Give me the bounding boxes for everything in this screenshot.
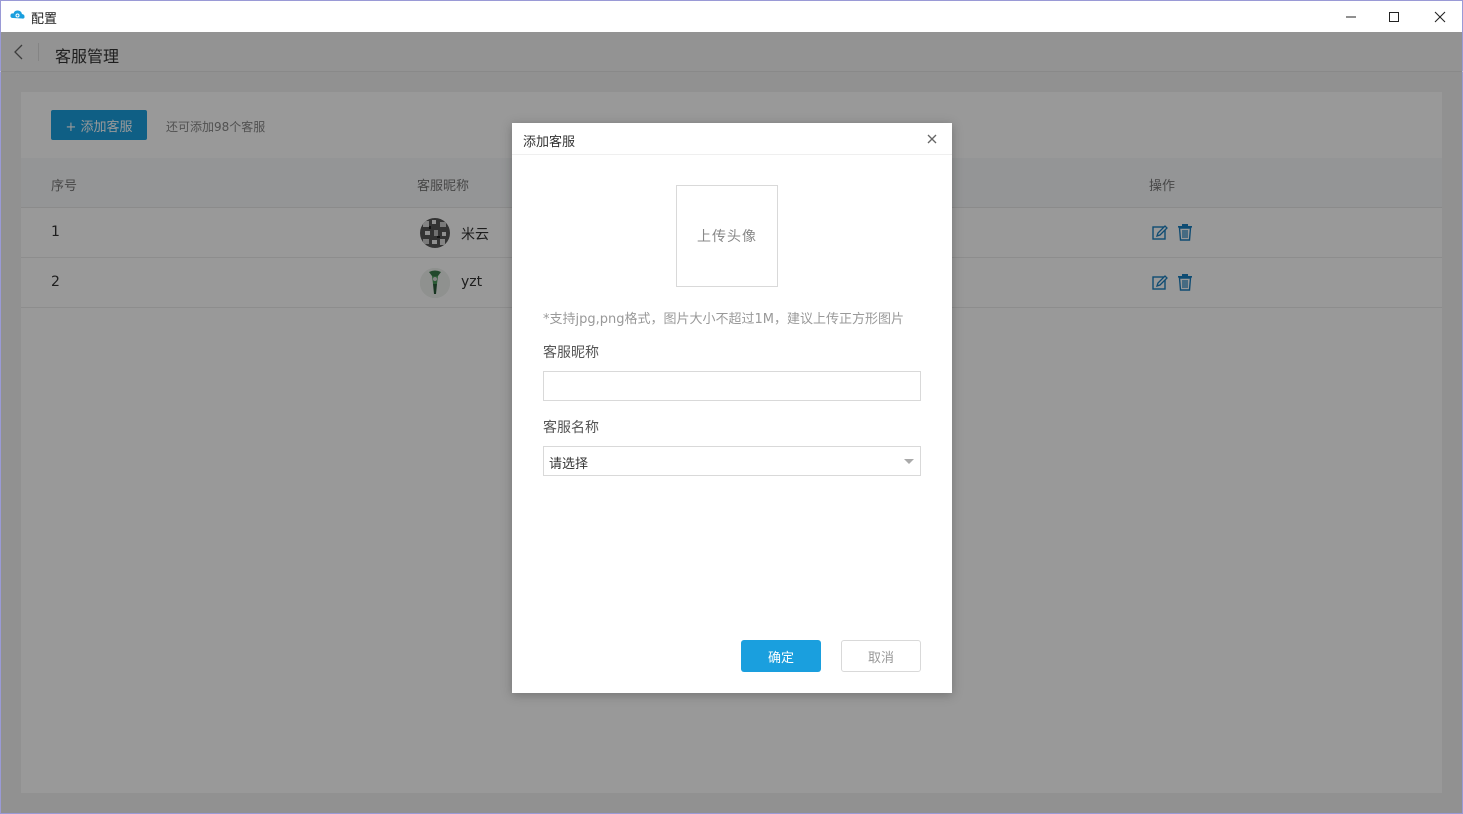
minimize-icon xyxy=(1346,16,1356,17)
select-value: 请选择 xyxy=(549,457,589,472)
nickname-input[interactable] xyxy=(543,371,921,401)
add-agent-dialog: 添加客服 上传头像 *支持jpg,png格式，图片大小不超过1M，建议上传正方形… xyxy=(512,123,952,693)
window-title: 配置 xyxy=(31,12,58,27)
caret-down-icon xyxy=(904,459,914,464)
upload-hint: *支持jpg,png格式，图片大小不超过1M，建议上传正方形图片 xyxy=(543,312,904,327)
window-close-button[interactable] xyxy=(1417,1,1463,32)
cancel-button[interactable]: 取消 xyxy=(841,640,921,672)
agent-name-label: 客服名称 xyxy=(543,420,599,436)
confirm-button[interactable]: 确定 xyxy=(741,640,821,672)
close-icon xyxy=(927,134,937,144)
avatar-upload-button[interactable]: 上传头像 xyxy=(676,185,778,287)
minimize-button[interactable] xyxy=(1328,1,1374,32)
cloud-eye-icon xyxy=(10,10,25,19)
window-titlebar: 配置 xyxy=(0,0,1463,32)
dialog-title: 添加客服 xyxy=(523,135,576,150)
maximize-icon xyxy=(1389,11,1399,22)
maximize-button[interactable] xyxy=(1371,1,1417,32)
dialog-close-button[interactable] xyxy=(923,130,941,148)
dialog-header: 添加客服 xyxy=(512,123,952,155)
agent-name-select[interactable]: 请选择 xyxy=(543,446,921,476)
close-icon xyxy=(1434,11,1446,22)
nickname-label: 客服昵称 xyxy=(543,345,599,361)
